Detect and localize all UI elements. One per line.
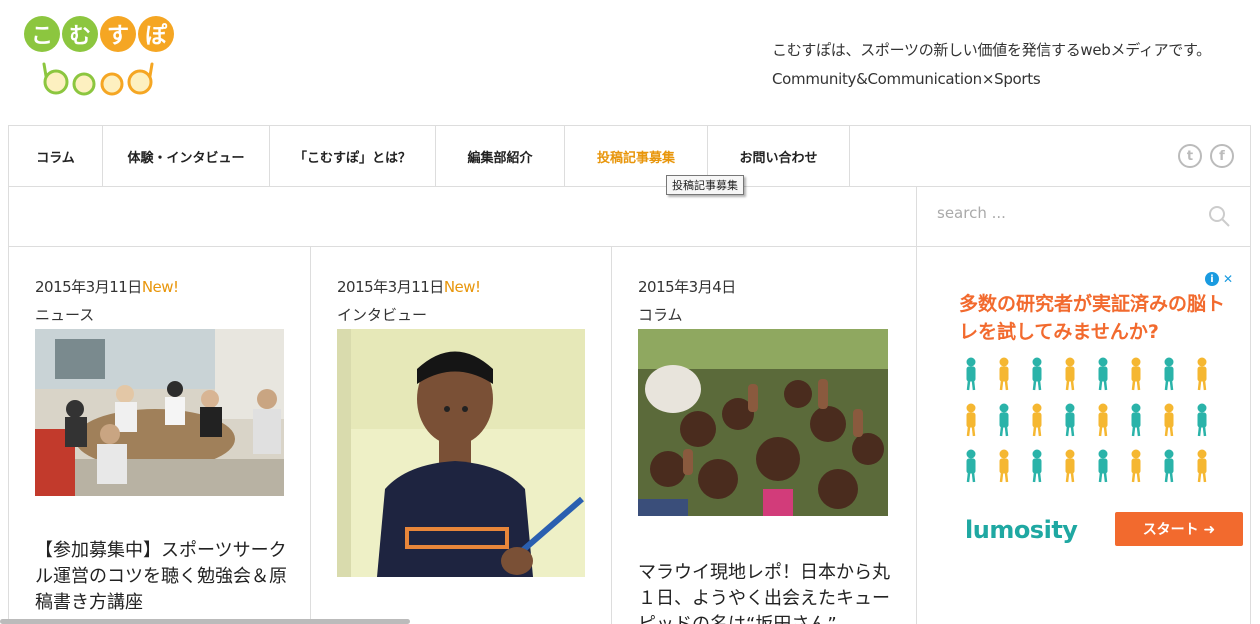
- nav-item-interview[interactable]: 体験・インタビュー: [103, 126, 270, 186]
- article-thumbnail[interactable]: [35, 329, 284, 496]
- brain-figures-icon: [965, 356, 1208, 484]
- article-card[interactable]: 2015年3月4日 コラム マラウイ現地レポ！日本から丸１日、ようやく出会えたキ…: [612, 246, 917, 624]
- nav-item-column[interactable]: コラム: [9, 126, 103, 186]
- tagline-line1: こむすぽは、スポーツの新しい価値を発信するwebメディアです。: [772, 41, 1211, 59]
- search-row: [8, 186, 1251, 247]
- article-thumbnail[interactable]: [337, 329, 585, 577]
- article-date: 2015年3月11日New!: [35, 278, 179, 296]
- horizontal-scrollbar[interactable]: [0, 619, 410, 624]
- site-logo[interactable]: こ む す ぽ: [24, 16, 176, 96]
- facebook-icon[interactable]: f: [1210, 144, 1234, 168]
- article-category[interactable]: インタビュー: [337, 304, 427, 325]
- article-date: 2015年3月4日: [638, 278, 736, 296]
- article-card[interactable]: 2015年3月11日New! インタビュー: [311, 246, 612, 624]
- search-box: [916, 186, 1250, 246]
- logo-char: こ: [24, 16, 60, 52]
- ad-start-button[interactable]: スタート ➜: [1115, 512, 1243, 546]
- close-icon[interactable]: ✕: [1221, 272, 1235, 286]
- new-badge: New!: [141, 278, 179, 296]
- ad-brand-logo[interactable]: lumosity: [965, 516, 1078, 544]
- advertisement[interactable]: i ✕ 多数の研究者が実証済みの脳トレを試してみませんか? lumosity ス…: [945, 272, 1243, 554]
- article-title[interactable]: マラウイ現地レポ！日本から丸１日、ようやく出会えたキューピッドの名は“坂田さん”: [638, 560, 890, 624]
- site-header: こ む す ぽ こむすぽは、スポーツの新しい価値を発信するwebメディアです。 …: [0, 0, 1260, 125]
- nav-item-about[interactable]: 「こむすぽ」とは？: [270, 126, 436, 186]
- article-title[interactable]: 【参加募集中】スポーツサークル運営のコツを聴く勉強会＆原稿書き方講座: [35, 538, 290, 616]
- article-date: 2015年3月11日New!: [337, 278, 481, 296]
- info-icon[interactable]: i: [1205, 272, 1219, 286]
- search-icon[interactable]: [1207, 204, 1231, 228]
- ad-headline[interactable]: 多数の研究者が実証済みの脳トレを試してみませんか?: [959, 290, 1229, 346]
- tagline-line2: Community&Communication×Sports: [772, 70, 1041, 88]
- main-nav: コラム 体験・インタビュー 「こむすぽ」とは？ 編集部紹介 投稿記事募集 お問い…: [8, 125, 1251, 187]
- nav-tooltip: 投稿記事募集: [666, 175, 744, 195]
- sidebar: i ✕ 多数の研究者が実証済みの脳トレを試してみませんか? lumosity ス…: [917, 246, 1251, 624]
- article-thumbnail[interactable]: [638, 329, 888, 516]
- new-badge: New!: [443, 278, 481, 296]
- logo-wordmark: こ む す ぽ: [24, 16, 174, 52]
- ad-choices[interactable]: i ✕: [1205, 272, 1235, 288]
- logo-char: ぽ: [138, 16, 174, 52]
- logo-char: す: [100, 16, 136, 52]
- social-links: t f: [1178, 144, 1234, 168]
- site-tagline: こむすぽは、スポーツの新しい価値を発信するwebメディアです。 Communit…: [772, 36, 1211, 94]
- article-grid: 2015年3月11日New! ニュース 【参加募集中】スポーツサークル運営のコツ…: [8, 246, 1251, 624]
- logo-char: む: [62, 16, 98, 52]
- twitter-icon[interactable]: t: [1178, 144, 1202, 168]
- article-category[interactable]: ニュース: [35, 304, 94, 325]
- article-card[interactable]: 2015年3月11日New! ニュース 【参加募集中】スポーツサークル運営のコツ…: [9, 246, 311, 624]
- article-category[interactable]: コラム: [638, 304, 683, 325]
- nav-item-editors[interactable]: 編集部紹介: [436, 126, 565, 186]
- search-input[interactable]: [937, 204, 1187, 222]
- logo-people-icon: [42, 62, 154, 96]
